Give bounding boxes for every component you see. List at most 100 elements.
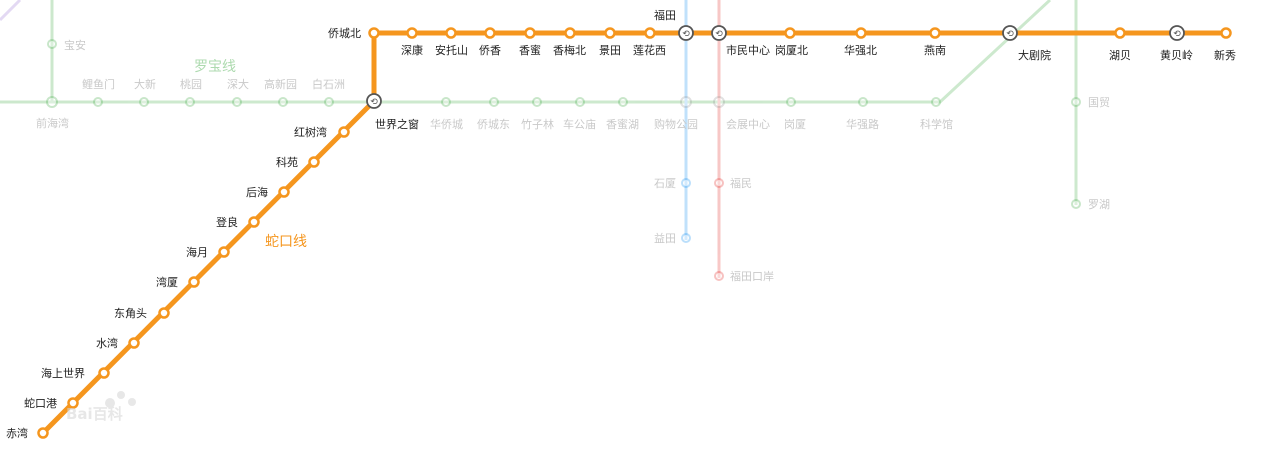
station-label[interactable]: 科苑 [276, 155, 298, 169]
interchange-huangbeiling[interactable]: ⟲ [1169, 25, 1185, 41]
station-label[interactable]: 安托山 [435, 43, 468, 57]
faint-station-dot[interactable] [713, 96, 725, 108]
faint-station-dot[interactable] [46, 96, 58, 108]
station-label[interactable]: 岗厦北 [775, 44, 808, 57]
station-label[interactable]: 登良 [216, 215, 238, 229]
faint-station-label: 白石洲 [312, 77, 345, 91]
station-label[interactable]: 水湾 [96, 336, 118, 350]
station-label[interactable]: 燕南 [924, 44, 946, 57]
faint-station-dot[interactable] [575, 97, 585, 107]
faint-station-label: 香蜜湖 [606, 117, 639, 131]
station-label[interactable]: 赤湾 [6, 426, 28, 440]
interchange-dajuyuan[interactable]: ⟲ [1002, 25, 1018, 41]
station-dot-jingtian[interactable] [604, 27, 616, 39]
station-label[interactable]: 湖贝 [1109, 49, 1131, 62]
station-label[interactable]: 新秀 [1214, 48, 1236, 62]
faint-station-dot[interactable] [324, 97, 334, 107]
station-label[interactable]: 华强北 [844, 43, 877, 57]
station-dot-wanxia[interactable] [188, 276, 200, 288]
station-label[interactable]: 香蜜 [519, 43, 541, 57]
station-label[interactable]: 市民中心 [726, 43, 770, 57]
interchange-shijiezhichuang[interactable]: ⟲ [366, 93, 382, 109]
station-dot-shuiwan[interactable] [128, 337, 140, 349]
station-dot-yannan[interactable] [929, 27, 941, 39]
faint-station-dot[interactable] [681, 178, 691, 188]
station-label[interactable]: 海月 [186, 245, 208, 259]
faint-station-dot[interactable] [139, 97, 149, 107]
faint-station-label: 益田 [654, 231, 676, 245]
station-label[interactable]: 东角头 [114, 307, 147, 320]
interchange-glyph: ⟲ [715, 30, 723, 40]
station-dot-huaqiangbei[interactable] [855, 27, 867, 39]
station-label[interactable]: 蛇口港 [24, 396, 57, 410]
station-dot-hubei[interactable] [1114, 27, 1126, 39]
station-dot-qiaoxiang[interactable] [484, 27, 496, 39]
faint-station-dot[interactable] [1071, 97, 1081, 107]
station-label[interactable]: 后海 [246, 185, 268, 199]
faint-station-dot[interactable] [680, 96, 692, 108]
station-label[interactable]: 香梅北 [553, 43, 586, 57]
station-dot-keyuan[interactable] [308, 156, 320, 168]
faint-station-dot[interactable] [714, 178, 724, 188]
faint-station-dot[interactable] [532, 97, 542, 107]
shekou-line-path[interactable] [40, 30, 1229, 436]
station-label[interactable]: 侨城北 [328, 27, 361, 40]
faint-station-label: 华侨城 [430, 117, 463, 131]
station-label[interactable]: 大剧院 [1018, 48, 1051, 62]
station-dot-gangxiabei[interactable] [784, 27, 796, 39]
faint-station-dot[interactable] [185, 97, 195, 107]
faint-station-label: 岗厦 [784, 118, 806, 131]
station-label[interactable]: 深康 [401, 43, 423, 57]
station-label[interactable]: 黄贝岭 [1160, 48, 1193, 62]
faint-station-dot[interactable] [232, 97, 242, 107]
station-dot-dengliang[interactable] [248, 216, 260, 228]
watermark-text: Bai百科 [66, 405, 123, 423]
faint-station-dot[interactable] [931, 97, 941, 107]
station-dot-haishangshijie[interactable] [98, 367, 110, 379]
faint-station-label: 华强路 [846, 117, 879, 131]
interchange-futian[interactable]: ⟲ [678, 25, 694, 41]
station-dot-antuoshan[interactable] [445, 27, 457, 39]
faint-station-dot[interactable] [618, 97, 628, 107]
station-label[interactable]: 莲花西 [633, 44, 666, 57]
faint-station-label: 高新园 [264, 77, 297, 91]
station-dot-haiyue[interactable] [218, 246, 230, 258]
line-purple-diagonal [0, 0, 22, 22]
station-label[interactable]: 湾厦 [156, 275, 178, 289]
faint-station-dot[interactable] [1071, 199, 1081, 209]
station-dot-xinxiu[interactable] [1220, 27, 1232, 39]
faint-station-label: 车公庙 [563, 117, 596, 131]
faint-station-label: 鲤鱼门 [82, 77, 115, 91]
station-dot-chiwan[interactable] [37, 427, 49, 439]
station-dot-xiangmeibei[interactable] [564, 27, 576, 39]
faint-station-label: 石厦 [654, 177, 676, 190]
station-dot-hongshuwan[interactable] [338, 126, 350, 138]
station-dot-houhai[interactable] [278, 186, 290, 198]
station-label[interactable]: 侨香 [479, 44, 501, 57]
interchange-glyph: ⟲ [682, 30, 690, 40]
metro-map-svg: 宝安 前海湾 鲤鱼门 大新 桃园 深大 高新园 白石洲 华侨城 侨城东 竹子林 … [0, 0, 1236, 440]
station-dot-shenkang[interactable] [406, 27, 418, 39]
station-label[interactable]: 福田 [654, 8, 676, 22]
shekou-station-dots [37, 27, 1232, 439]
station-label[interactable]: 海上世界 [41, 366, 85, 380]
station-label[interactable]: 红树湾 [294, 125, 327, 139]
station-label[interactable]: 景田 [599, 44, 621, 57]
interchange-shiminzhongxin[interactable]: ⟲ [711, 25, 727, 41]
faint-station-dot[interactable] [714, 271, 724, 281]
faint-station-dot[interactable] [93, 97, 103, 107]
station-dot-dongjiaotou[interactable] [158, 307, 170, 319]
faint-station-dot[interactable] [47, 39, 57, 49]
faint-station-dot[interactable] [489, 97, 499, 107]
faint-station-dot[interactable] [786, 97, 796, 107]
watermark: Bai百科 [66, 391, 136, 423]
station-dot-xiangmi[interactable] [524, 27, 536, 39]
faint-station-dot[interactable] [441, 97, 451, 107]
faint-station-dot[interactable] [681, 233, 691, 243]
faint-station-dot[interactable] [278, 97, 288, 107]
station-dot-qiaochengbei[interactable] [368, 27, 380, 39]
station-label[interactable]: 世界之窗 [375, 117, 419, 131]
faint-station-label: 购物公园 [654, 117, 698, 131]
station-dot-lianhuaxi[interactable] [644, 27, 656, 39]
faint-station-dot[interactable] [858, 97, 868, 107]
